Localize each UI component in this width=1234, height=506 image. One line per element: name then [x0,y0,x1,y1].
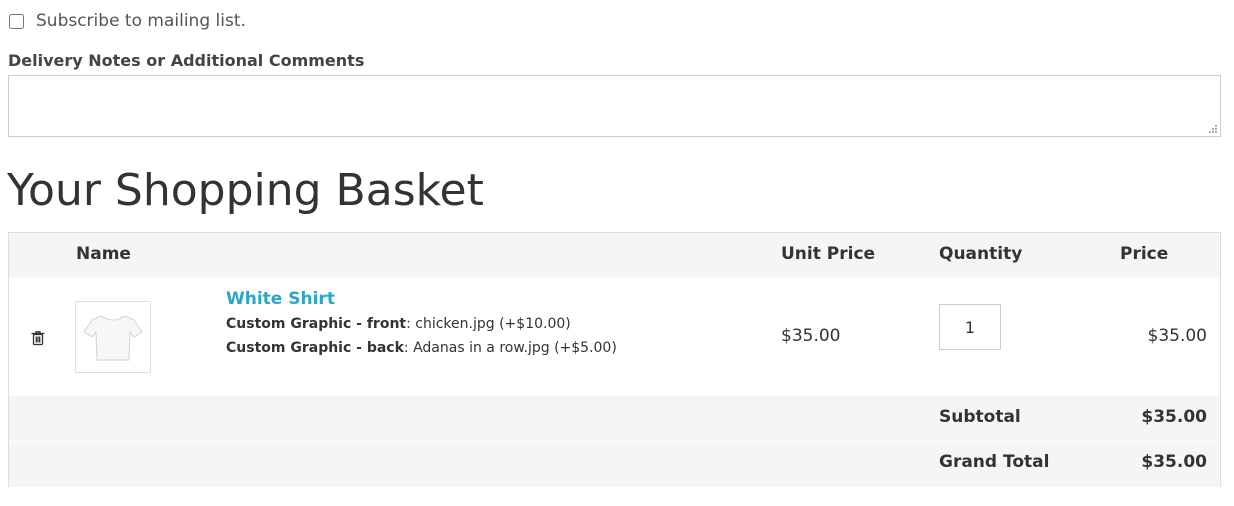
grand-total-value: $35.00 [1141,452,1207,472]
notes-label: Delivery Notes or Additional Comments [8,51,365,70]
subtotal-row [9,396,1220,441]
option-value: : Adanas in a row.jpg (+$5.00) [403,340,617,356]
grand-total-label: Grand Total [939,452,1050,472]
product-thumbnail[interactable] [75,301,151,373]
subscribe-label: Subscribe to mailing list. [36,11,246,31]
unit-price: $35.00 [781,326,841,346]
tshirt-icon [83,315,143,361]
trash-icon[interactable] [30,330,46,346]
column-header-price: Price [1120,244,1169,264]
option-value: : chicken.jpg (+$10.00) [406,316,571,332]
option-label: Custom Graphic - front [226,316,407,332]
subtotal-value: $35.00 [1141,407,1207,427]
product-option-back: Custom Graphic - back: Adanas in a row.j… [226,340,617,356]
notes-textarea[interactable] [8,75,1221,137]
product-name-link[interactable]: White Shirt [226,289,335,309]
column-header-quantity: Quantity [939,244,1023,264]
column-header-unit-price: Unit Price [781,244,876,264]
line-price: $35.00 [1147,326,1207,346]
resize-grip-icon[interactable] [1206,122,1218,134]
basket-table: Name Unit Price Quantity Price White Shi… [8,232,1221,487]
quantity-input[interactable] [939,304,1001,350]
column-header-name: Name [76,244,131,264]
subscribe-option[interactable]: Subscribe to mailing list. [9,11,246,31]
page-title: Your Shopping Basket [7,165,484,216]
subtotal-label: Subtotal [939,407,1021,427]
option-label: Custom Graphic - back [226,340,404,356]
table-header [9,233,1220,277]
subscribe-checkbox[interactable] [9,13,24,29]
product-option-front: Custom Graphic - front: chicken.jpg (+$1… [226,316,571,332]
